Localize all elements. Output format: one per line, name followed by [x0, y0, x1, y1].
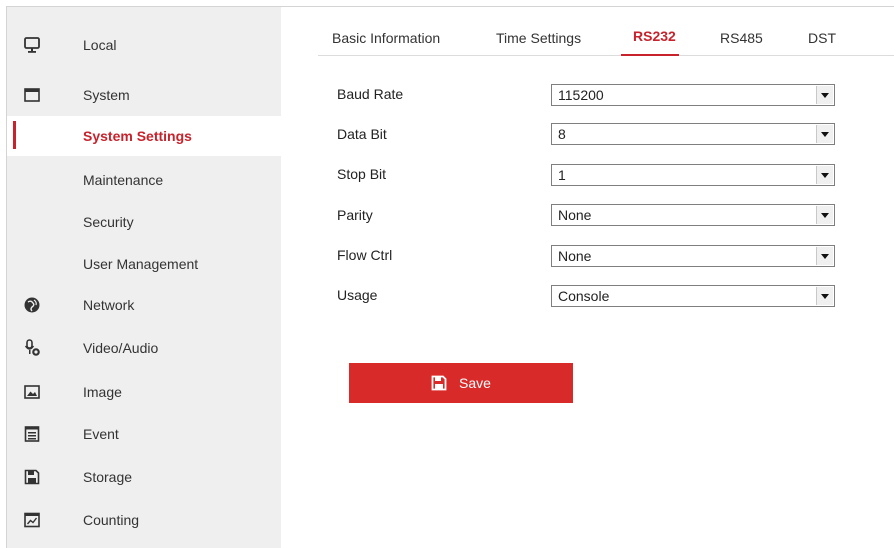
window-icon [23, 86, 41, 104]
sidebar-item-label: Network [83, 297, 135, 313]
sidebar-item-label: Counting [83, 512, 140, 528]
tab-dst[interactable]: DST [808, 30, 836, 46]
parity-label: Parity [337, 207, 373, 223]
flow-ctrl-label: Flow Ctrl [337, 247, 393, 263]
active-tab-indicator [621, 54, 679, 56]
sidebar-item-label: Storage [83, 469, 133, 485]
baud-rate-select[interactable]: 115200 [551, 84, 835, 106]
usage-label: Usage [337, 287, 378, 303]
select-value: None [558, 248, 592, 264]
sidebar-item-label: User Management [83, 256, 199, 272]
tab-time-settings[interactable]: Time Settings [496, 30, 581, 46]
image-icon [23, 383, 41, 401]
sidebar-item-maintenance[interactable]: Maintenance [7, 160, 281, 200]
sidebar-item-local[interactable]: Local [7, 25, 281, 65]
stop-bit-select[interactable]: 1 [551, 164, 835, 186]
select-value: 1 [558, 167, 566, 183]
chevron-down-icon[interactable] [816, 287, 833, 305]
tab-rs232[interactable]: RS232 [633, 28, 676, 44]
data-bit-label: Data Bit [337, 126, 387, 142]
sidebar-item-system-settings[interactable]: System Settings [7, 116, 281, 156]
sidebar-item-label: Event [83, 426, 119, 442]
chevron-down-icon[interactable] [816, 86, 833, 104]
parity-select[interactable]: None [551, 204, 835, 226]
chevron-down-icon[interactable] [816, 206, 833, 224]
sidebar-item-image[interactable]: Image [7, 372, 281, 412]
floppy-icon [23, 468, 41, 486]
data-bit-select[interactable]: 8 [551, 123, 835, 145]
sidebar-item-security[interactable]: Security [7, 202, 281, 242]
stop-bit-label: Stop Bit [337, 166, 387, 182]
microphone-camera-icon [23, 339, 41, 357]
sidebar-item-label: Video/Audio [83, 340, 159, 356]
select-value: Console [558, 288, 610, 304]
monitor-icon [23, 36, 41, 54]
sidebar-item-network[interactable]: Network [7, 285, 281, 325]
save-button[interactable]: Save [349, 363, 573, 403]
sidebar-item-label: Maintenance [83, 172, 164, 188]
floppy-icon [431, 375, 447, 391]
tab-divider [318, 55, 894, 56]
baud-rate-label: Baud Rate [337, 86, 404, 102]
tab-basic-information[interactable]: Basic Information [332, 30, 440, 46]
select-value: None [558, 207, 592, 223]
chevron-down-icon[interactable] [816, 125, 833, 143]
select-value: 8 [558, 126, 566, 142]
sidebar-item-storage[interactable]: Storage [7, 457, 281, 497]
sidebar-item-label: System Settings [83, 128, 192, 144]
sidebar-item-video-audio[interactable]: Video/Audio [7, 328, 281, 368]
save-button-label: Save [459, 375, 491, 391]
sidebar: Local System System Settings Maintenance… [7, 7, 281, 548]
counting-chart-icon [23, 511, 41, 529]
sidebar-item-event[interactable]: Event [7, 414, 281, 454]
sidebar-item-system[interactable]: System [7, 75, 281, 115]
globe-icon [23, 296, 41, 314]
event-list-icon [23, 425, 41, 443]
tab-rs485[interactable]: RS485 [720, 30, 763, 46]
chevron-down-icon[interactable] [816, 247, 833, 265]
sidebar-item-label: Image [83, 384, 122, 400]
sidebar-item-counting[interactable]: Counting [7, 500, 281, 540]
usage-select[interactable]: Console [551, 285, 835, 307]
sidebar-item-label: System [83, 87, 130, 103]
sidebar-item-user-management[interactable]: User Management [7, 244, 281, 284]
chevron-down-icon[interactable] [816, 166, 833, 184]
flow-ctrl-select[interactable]: None [551, 245, 835, 267]
select-value: 115200 [558, 87, 604, 103]
sidebar-item-label: Security [83, 214, 134, 230]
sidebar-item-label: Local [83, 37, 117, 53]
